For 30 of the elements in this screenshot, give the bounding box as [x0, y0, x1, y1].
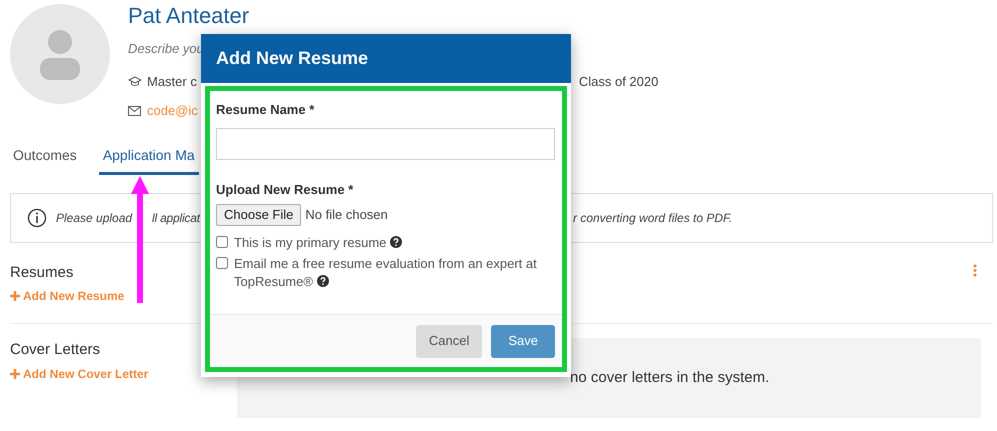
- section-heading: Resumes: [10, 262, 74, 282]
- notice-text: Please upload: [56, 210, 132, 226]
- plus-icon: [10, 368, 20, 378]
- help-icon[interactable]: [316, 275, 329, 287]
- resume-name-field[interactable]: [216, 128, 555, 160]
- checkbox-label[interactable]: Email me a free resume evaluation from an expert at TopResume®: [234, 255, 554, 291]
- cancel-button[interactable]: Cancel: [416, 324, 482, 358]
- field-label: Upload New Resume *: [216, 180, 354, 199]
- more-options-icon[interactable]: [973, 264, 977, 278]
- tab[interactable]: Outcomes: [13, 144, 77, 174]
- file-status: No file chosen: [305, 206, 388, 224]
- graduation-cap-icon: [128, 76, 142, 87]
- profile-name: Pat Anteater: [128, 2, 250, 30]
- info-icon: [27, 208, 47, 228]
- notice-text: r converting word files to PDF.: [573, 210, 732, 226]
- checkbox-label[interactable]: This is my primary resume: [234, 234, 554, 252]
- checkbox[interactable]: [216, 257, 228, 269]
- plus-icon: [10, 291, 20, 301]
- modal-title: Add New Resume: [216, 47, 368, 70]
- tab[interactable]: Application Ma: [98, 144, 199, 174]
- degree-text: Master c: [147, 72, 197, 90]
- checkbox[interactable]: [216, 236, 228, 248]
- choose-file-button[interactable]: Choose File: [216, 204, 302, 226]
- mail-icon: [128, 106, 141, 116]
- class-year: Class of 2020: [578, 72, 658, 90]
- notice-text: ll applicat: [152, 210, 200, 226]
- field-label: Resume Name *: [216, 101, 316, 119]
- help-icon[interactable]: [390, 236, 402, 248]
- empty-state-message: no cover letters in the system.: [570, 368, 770, 388]
- section-heading: Cover Letters: [10, 340, 102, 360]
